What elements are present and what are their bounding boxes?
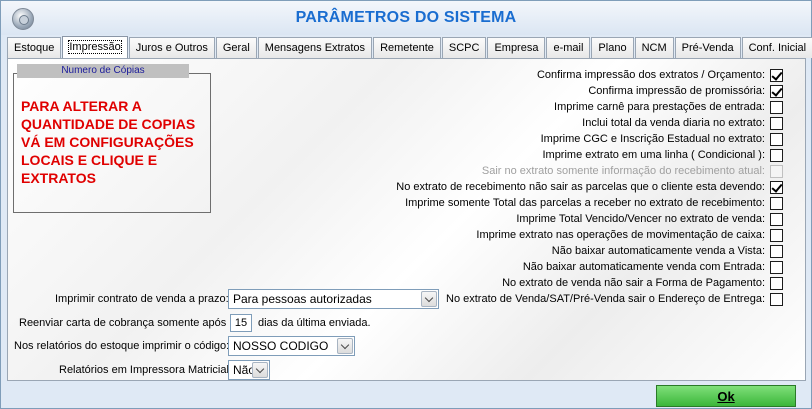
option-label: Confirma impressão dos extratos / Orçame… bbox=[536, 69, 765, 81]
option-checkbox[interactable] bbox=[770, 276, 783, 290]
option-row[interactable]: No extrato de Venda/SAT/Pré-Venda sair o… bbox=[446, 291, 783, 307]
tab-estoque[interactable]: Estoque bbox=[7, 37, 62, 58]
tab-juros-e-outros[interactable]: Juros e Outros bbox=[128, 37, 215, 58]
option-row[interactable]: Imprime extrato nas operações de movimen… bbox=[476, 227, 783, 243]
option-checkbox[interactable] bbox=[770, 84, 783, 98]
contract-select[interactable]: Para pessoas autorizadas bbox=[228, 289, 439, 309]
option-row[interactable]: Imprime somente Total das parcelas a rec… bbox=[405, 195, 783, 211]
option-row[interactable]: Inclui total da venda diaria no extrato: bbox=[582, 115, 783, 131]
option-checkbox[interactable] bbox=[770, 180, 783, 194]
option-row[interactable]: Confirma impressão de promissória: bbox=[588, 83, 783, 99]
option-checkbox[interactable] bbox=[770, 116, 783, 130]
ok-button[interactable]: Ok bbox=[656, 385, 796, 407]
option-checkbox[interactable] bbox=[770, 100, 783, 114]
option-label: Não baixar automaticamente venda a Vista… bbox=[551, 245, 765, 257]
matrix-printer-select[interactable]: Não bbox=[228, 360, 270, 380]
tab-strip: Estoque Impressão Juros e Outros Geral M… bbox=[7, 36, 812, 59]
option-checkbox[interactable] bbox=[770, 292, 783, 306]
window-title: PARÂMETROS DO SISTEMA bbox=[295, 9, 517, 26]
chevron-down-icon[interactable] bbox=[421, 291, 437, 307]
code-label: Nos relatórios do estoque imprimir o cód… bbox=[14, 340, 230, 352]
option-checkbox[interactable] bbox=[770, 212, 783, 226]
copies-warning-message: PARA ALTERAR A QUANTIDADE DE COPIAS VÁ E… bbox=[21, 98, 196, 186]
resend-label: Reenviar carta de cobrança somente após bbox=[19, 317, 227, 329]
option-row: Sair no extrato somente informação do re… bbox=[482, 163, 783, 179]
option-row[interactable]: No extrato de recebimento não sair as pa… bbox=[396, 179, 783, 195]
option-label: Imprime somente Total das parcelas a rec… bbox=[405, 197, 765, 209]
tab-impressao[interactable]: Impressão bbox=[62, 36, 128, 59]
code-select[interactable]: NOSSO CODIGO bbox=[228, 336, 355, 356]
tab-scpc[interactable]: SCPC bbox=[441, 37, 487, 58]
tab-plano[interactable]: Plano bbox=[591, 37, 634, 58]
option-checkbox[interactable] bbox=[770, 228, 783, 242]
option-row[interactable]: Imprime extrato em uma linha ( Condicion… bbox=[542, 147, 783, 163]
option-label: No extrato de venda não sair a Forma de … bbox=[502, 277, 765, 289]
option-checkbox bbox=[770, 164, 783, 178]
option-row[interactable]: Confirma impressão dos extratos / Orçame… bbox=[537, 67, 783, 83]
tab-pre-venda[interactable]: Pré-Venda bbox=[674, 37, 741, 58]
option-row[interactable]: Imprime carnê para prestações de entrada… bbox=[554, 99, 783, 115]
option-checkbox[interactable] bbox=[770, 244, 783, 258]
tab-geral[interactable]: Geral bbox=[215, 37, 257, 58]
option-checkbox[interactable] bbox=[770, 260, 783, 274]
contract-label: Imprimir contrato de venda a prazo: bbox=[55, 293, 229, 305]
option-checkbox[interactable] bbox=[770, 132, 783, 146]
resend-suffix: dias da última enviada. bbox=[258, 317, 371, 329]
option-row[interactable]: Não baixar automaticamente venda a Vista… bbox=[552, 243, 783, 259]
copies-groupbox-title: Numero de Cópias bbox=[17, 64, 189, 78]
option-checkbox[interactable] bbox=[770, 148, 783, 162]
matrix-printer-label: Relatórios em Impressora Matricial: bbox=[59, 364, 232, 376]
option-label: No extrato de Venda/SAT/Pré-Venda sair o… bbox=[446, 293, 765, 305]
option-checkbox[interactable] bbox=[770, 196, 783, 210]
parameters-window: PARÂMETROS DO SISTEMA Estoque Impressão … bbox=[0, 0, 812, 409]
option-label: Inclui total da venda diaria no extrato: bbox=[582, 117, 765, 129]
resend-days-input[interactable]: 15 bbox=[230, 314, 252, 332]
tab-mensagens-extratos[interactable]: Mensagens Extratos bbox=[257, 37, 373, 58]
option-row[interactable]: Imprime CGC e Inscrição Estadual no extr… bbox=[541, 131, 783, 147]
option-label: Sair no extrato somente informação do re… bbox=[481, 165, 765, 177]
option-label: Imprime CGC e Inscrição Estadual no extr… bbox=[540, 133, 765, 145]
option-row[interactable]: No extrato de venda não sair a Forma de … bbox=[502, 275, 783, 291]
chevron-down-icon[interactable] bbox=[252, 362, 268, 378]
option-label: Imprime Total Vencido/Vencer no extrato … bbox=[516, 213, 765, 225]
option-label: Imprime carnê para prestações de entrada… bbox=[554, 101, 765, 113]
tab-conf-inicial[interactable]: Conf. Inicial bbox=[741, 37, 812, 58]
option-row[interactable]: Não baixar automaticamente venda com Ent… bbox=[523, 259, 783, 275]
option-label: Imprime extrato nas operações de movimen… bbox=[476, 229, 765, 241]
option-row[interactable]: Imprime Total Vencido/Vencer no extrato … bbox=[516, 211, 783, 227]
option-checkbox[interactable] bbox=[770, 68, 783, 82]
tab-remetente[interactable]: Remetente bbox=[373, 37, 441, 58]
tab-email[interactable]: e-mail bbox=[546, 37, 591, 58]
option-label: No extrato de recebimento não sair as pa… bbox=[396, 181, 765, 193]
option-label: Confirma impressão de promissória: bbox=[588, 85, 765, 97]
chevron-down-icon[interactable] bbox=[337, 338, 353, 354]
tab-empresa[interactable]: Empresa bbox=[487, 37, 546, 58]
title-bar: PARÂMETROS DO SISTEMA bbox=[1, 1, 811, 35]
tab-ncm[interactable]: NCM bbox=[634, 37, 674, 58]
option-label: Imprime extrato em uma linha ( Condicion… bbox=[542, 149, 765, 161]
option-label: Não baixar automaticamente venda com Ent… bbox=[522, 261, 765, 273]
